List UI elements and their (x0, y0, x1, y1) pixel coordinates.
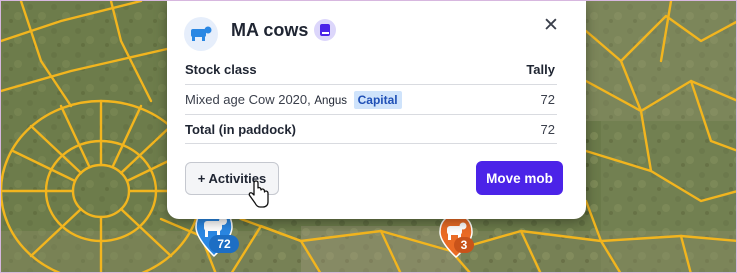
cow-icon (191, 26, 212, 41)
divider (185, 143, 557, 144)
stock-class-label: Mixed age Cow 2020, (185, 92, 311, 107)
hand-cursor-icon (248, 180, 269, 208)
header-stock-class: Stock class (185, 62, 257, 77)
book-icon[interactable] (314, 19, 336, 41)
total-tally: 72 (540, 122, 555, 137)
mob-avatar (184, 17, 218, 51)
mob-popup: MA cows ✕ Stock class Tally Mixed age Co… (167, 1, 586, 219)
marker-count-badge: 72 (209, 235, 239, 253)
app-frame: 72 3 MA cows ✕ Stock class Tally Mixed a… (0, 0, 737, 273)
divider (185, 114, 557, 115)
map-marker-mob-3[interactable]: 3 (438, 213, 474, 259)
close-icon[interactable]: ✕ (538, 12, 564, 38)
total-label: Total (in paddock) (185, 122, 296, 137)
move-mob-button[interactable]: Move mob (476, 161, 563, 195)
book-glyph (320, 24, 330, 36)
marker-count-badge: 3 (454, 237, 474, 253)
header-tally: Tally (526, 62, 555, 77)
tag-badge: Capital (353, 91, 402, 109)
stock-row: Mixed age Cow 2020, Angus Capital (185, 91, 402, 109)
breed-label: Angus (314, 95, 347, 107)
mob-name: MA cows (231, 20, 309, 40)
divider (185, 84, 557, 85)
stock-row-tally: 72 (540, 92, 555, 107)
